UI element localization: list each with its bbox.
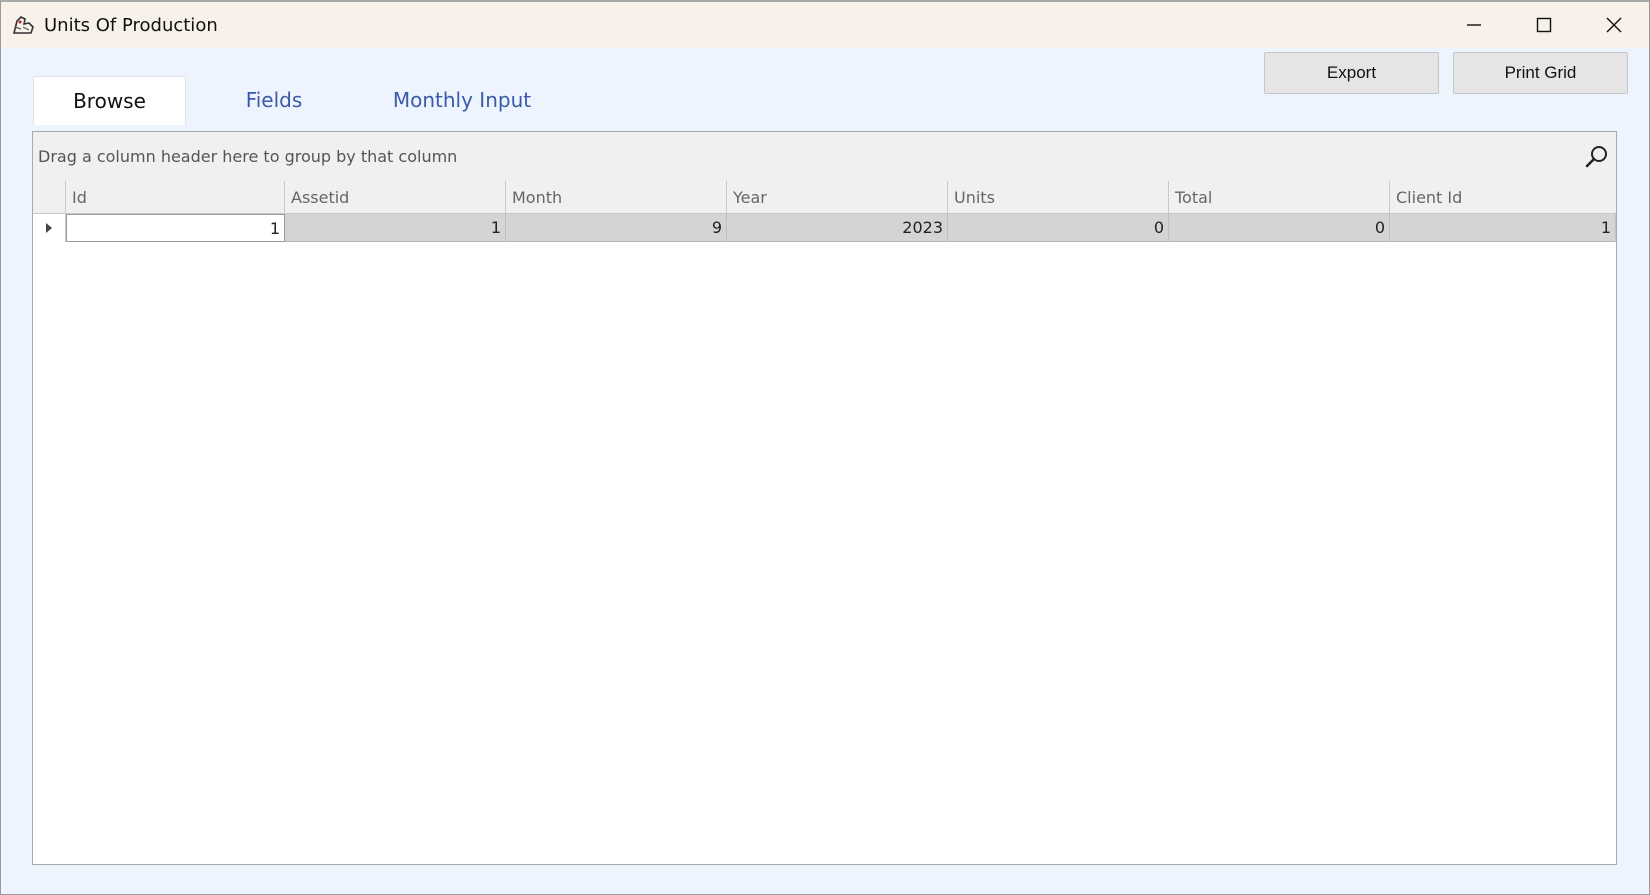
column-header-assetid[interactable]: Assetid — [285, 181, 506, 213]
tab-browse[interactable]: Browse — [33, 76, 186, 125]
column-header-year[interactable]: Year — [727, 181, 948, 213]
tab-monthly-input[interactable]: Monthly Input — [387, 76, 537, 124]
column-header-units[interactable]: Units — [948, 181, 1169, 213]
column-header-month[interactable]: Month — [506, 181, 727, 213]
export-button[interactable]: Export — [1264, 52, 1439, 94]
tab-fields[interactable]: Fields — [229, 76, 319, 124]
close-icon — [1606, 17, 1622, 33]
cell-month[interactable]: 9 — [506, 214, 727, 242]
row-indicator-header — [33, 181, 66, 213]
column-header-client-id[interactable]: Client Id — [1390, 181, 1616, 213]
close-button[interactable] — [1579, 2, 1649, 48]
print-grid-button[interactable]: Print Grid — [1453, 52, 1628, 94]
minimize-icon — [1467, 24, 1481, 26]
title-bar: Units Of Production — [1, 2, 1649, 48]
group-by-panel[interactable]: Drag a column header here to group by th… — [33, 132, 1616, 182]
data-grid[interactable]: Drag a column header here to group by th… — [32, 131, 1617, 865]
cell-id[interactable]: 1 — [66, 214, 285, 242]
cell-assetid[interactable]: 1 — [285, 214, 506, 242]
maximize-button[interactable] — [1509, 2, 1579, 48]
app-logo-icon — [11, 13, 37, 37]
window-title: Units Of Production — [44, 15, 218, 36]
cell-client-id[interactable]: 1 — [1390, 214, 1616, 242]
row-indicator-icon[interactable] — [33, 214, 66, 242]
table-row[interactable]: 1 1 9 2023 0 0 1 — [33, 214, 1616, 242]
column-header-total[interactable]: Total — [1169, 181, 1390, 213]
column-header-row: Id Assetid Month Year Units Total Client… — [33, 181, 1616, 214]
column-header-id[interactable]: Id — [66, 181, 285, 213]
group-by-hint: Drag a column header here to group by th… — [38, 147, 458, 166]
application-window: Units Of Production Browse Fields Monthl… — [0, 0, 1650, 895]
minimize-button[interactable] — [1439, 2, 1509, 48]
search-icon[interactable] — [1584, 144, 1610, 170]
cell-units[interactable]: 0 — [948, 214, 1169, 242]
cell-total[interactable]: 0 — [1169, 214, 1390, 242]
cell-year[interactable]: 2023 — [727, 214, 948, 242]
maximize-icon — [1536, 17, 1552, 33]
